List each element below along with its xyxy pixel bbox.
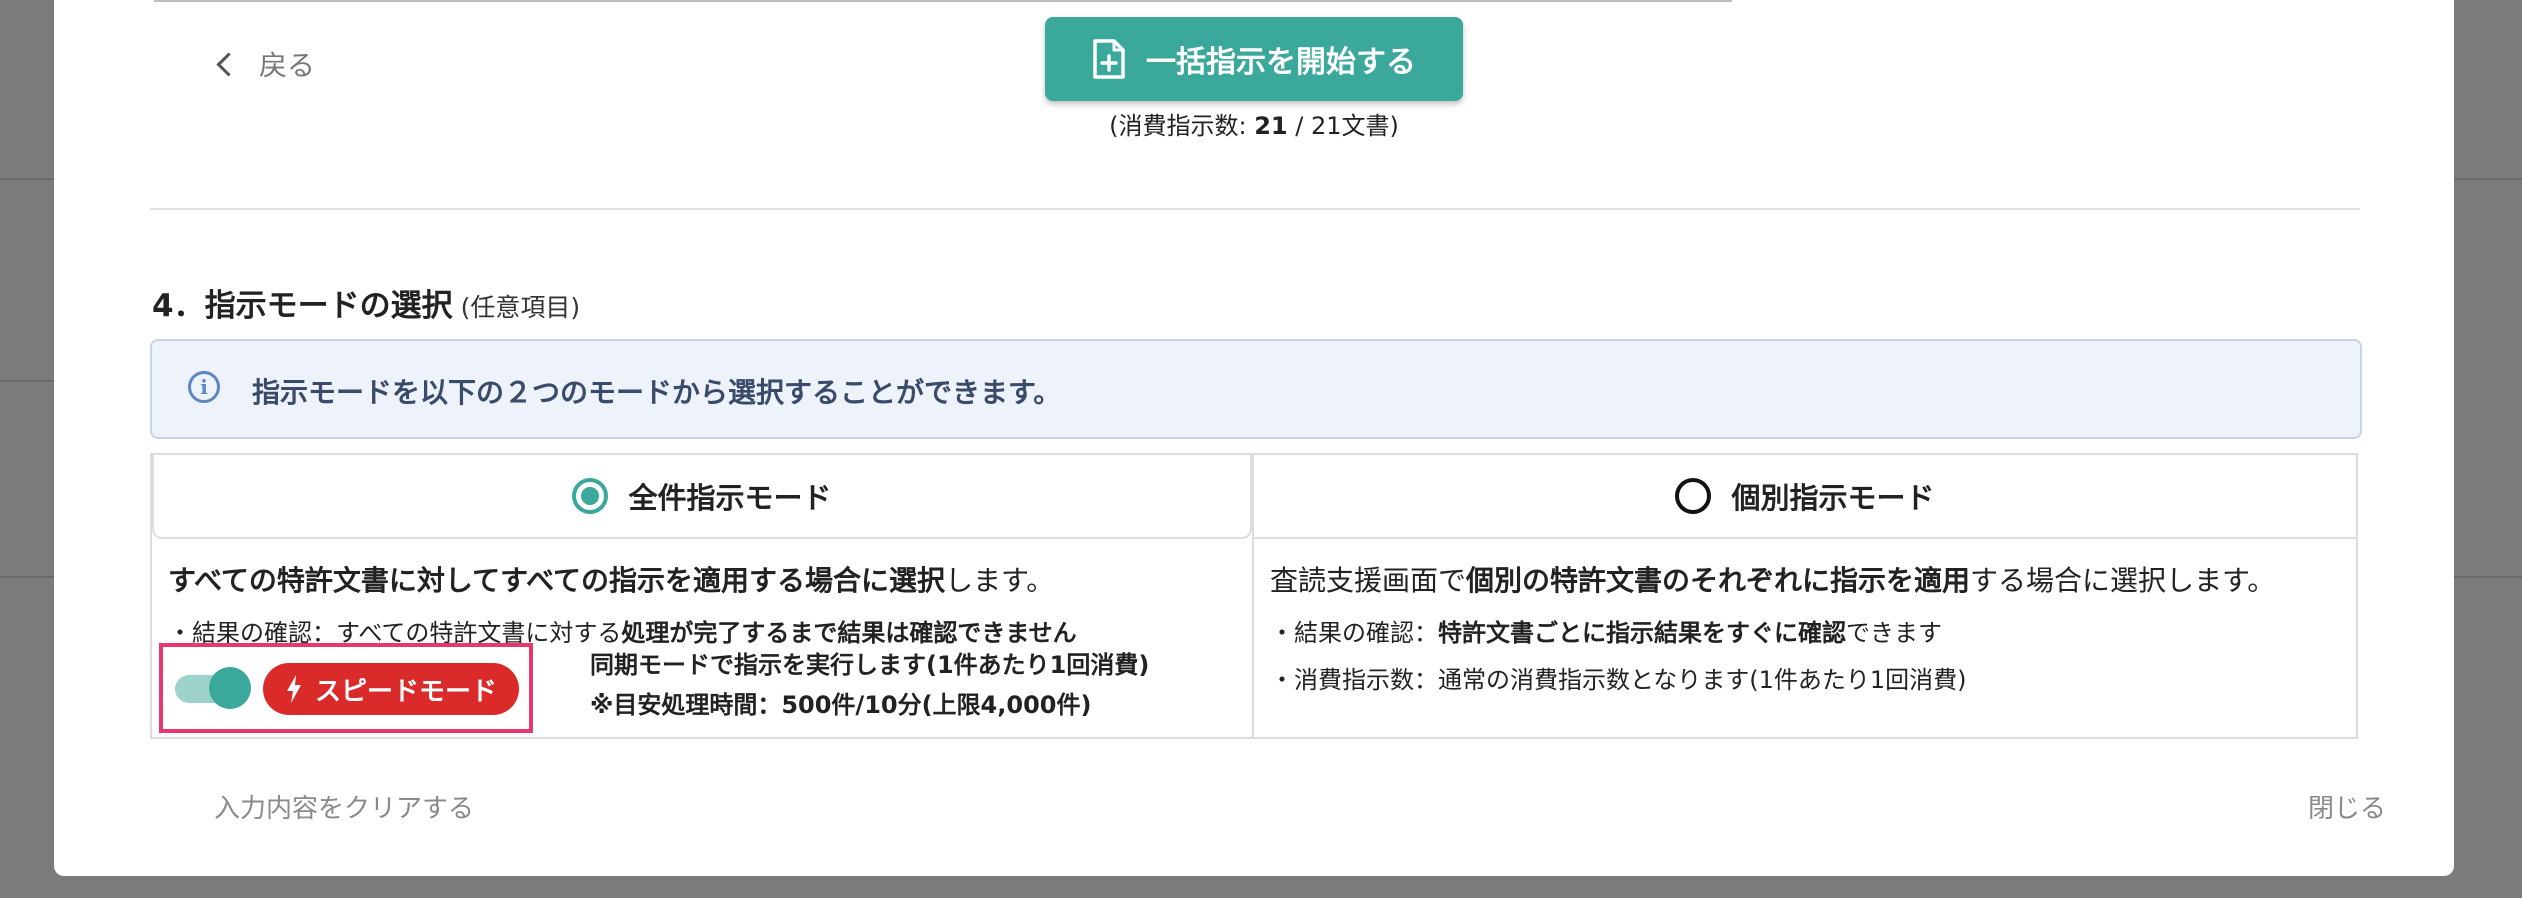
info-text: 指示モードを以下の２つのモードから選択することができます。	[252, 376, 1062, 409]
section-heading: 4．指示モードの選択	[152, 288, 453, 324]
start-button-label: 一括指示を開始する	[1146, 45, 1416, 80]
backdrop-line	[0, 576, 54, 578]
tab-individual-mode[interactable]: 個別指示モード	[1252, 455, 2356, 539]
close-button[interactable]: 閉じる	[2308, 788, 2386, 825]
back-label: 戻る	[259, 49, 316, 82]
speed-mode-toggle[interactable]	[175, 667, 251, 709]
optional-label: (任意項目)	[460, 293, 581, 322]
backdrop-line	[2452, 178, 2522, 180]
info-icon: i	[188, 371, 220, 403]
radio-unselected-icon[interactable]	[1675, 478, 1712, 514]
lightning-icon	[286, 675, 301, 703]
individual-mode-summary: 査読支援画面で個別の特許文書のそれぞれに指示を適用する場合に選択します。	[1270, 564, 2276, 597]
radio-selected-icon[interactable]	[572, 478, 609, 514]
tab-all-label: 全件指示モード	[628, 481, 832, 515]
consumption-count: (消費指示数: 21 / 21文書)	[1109, 112, 1399, 140]
section-title: 4．指示モードの選択 (任意項目)	[152, 280, 580, 325]
individual-mode-result: ・結果の確認：特許文書ごとに指示結果をすぐに確認できます	[1270, 619, 1942, 647]
column-divider	[1252, 539, 1254, 737]
individual-mode-description: 査読支援画面で個別の特許文書のそれぞれに指示を適用する場合に選択します。 ・結果…	[1270, 559, 2340, 707]
back-button[interactable]: 戻る	[214, 44, 315, 84]
section-divider	[150, 208, 2360, 210]
info-banner: i 指示モードを以下の２つのモードから選択することができます。	[150, 339, 2362, 439]
top-divider	[154, 0, 1732, 2]
clear-input-link[interactable]: 入力内容をクリアする	[214, 788, 474, 825]
speed-mode-badge: スピードモード	[263, 663, 519, 715]
backdrop-line	[2452, 576, 2522, 578]
toggle-knob	[209, 667, 251, 709]
tab-all-mode[interactable]: 全件指示モード	[152, 455, 1252, 539]
backdrop-line	[0, 380, 54, 382]
all-mode-time-note: ※目安処理時間：500件/10分(上限4,000件)	[590, 691, 1092, 719]
document-plus-icon	[1093, 39, 1125, 79]
all-mode-sync-note: 同期モードで指示を実行します(1件あたり1回消費)	[590, 651, 1150, 679]
speed-mode-label: スピードモード	[314, 676, 497, 707]
modal-dialog: 戻る 一括指示を開始する (消費指示数: 21 / 21文書) 4．指示モードの…	[54, 0, 2454, 876]
individual-mode-consume: ・消費指示数：通常の消費指示数となります(1件あたり1回消費)	[1270, 666, 1967, 694]
speed-mode-highlight: スピードモード	[159, 643, 533, 733]
chevron-left-icon	[216, 51, 241, 77]
all-mode-summary: すべての特許文書に対してすべての指示を適用する場合に選択します。	[168, 564, 1055, 597]
tab-individual-label: 個別指示モード	[1731, 481, 1935, 515]
start-bulk-instruction-button[interactable]: 一括指示を開始する	[1045, 17, 1463, 101]
backdrop-line	[0, 178, 54, 180]
